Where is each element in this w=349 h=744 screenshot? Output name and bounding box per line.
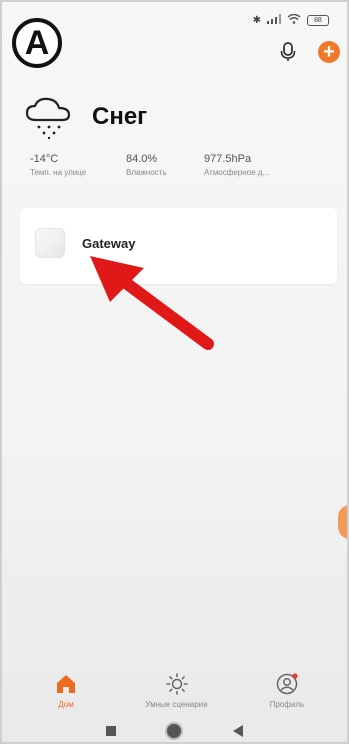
home-icon [57,675,75,693]
pressure-metric: 977.5hPa Атмосферное д... [204,153,269,177]
device-name: Gateway [82,236,136,251]
snow-cloud-icon [24,96,74,140]
add-device-button[interactable]: + [318,41,340,63]
nav-item-scenarios[interactable]: Умные сценарии [137,666,217,714]
nav-item-label: Профиль [269,700,305,709]
device-card-gateway[interactable]: Gateway [20,208,337,284]
microphone-icon[interactable] [279,42,297,62]
pressure-label: Атмосферное д... [204,168,270,177]
weather-title: Снег [92,103,148,130]
nav-item-profile[interactable]: Профиль [247,666,327,714]
back-triangle-icon[interactable] [233,725,244,737]
humidity-value: 84.0% [126,153,158,165]
nav-item-label: Дом [58,700,74,709]
annotation-badge: A [12,18,62,68]
nav-item-home[interactable]: Дом [26,666,106,714]
gateway-device-icon [35,228,65,258]
temperature-value: -14°C [30,153,59,165]
home-circle-icon[interactable] [167,724,182,738]
bottom-nav: Дом Умные сценарии Профиль [0,666,349,714]
weather-metrics: -14°C Темп. на улице 84.0% Влажность 977… [30,153,293,177]
humidity-metric: 84.0% Влажность [126,153,180,177]
temperature-label: Темп. на улице [30,168,87,177]
recents-square-icon[interactable] [105,726,116,736]
sun-icon [165,673,188,695]
pressure-value: 977.5hPa [204,153,252,165]
system-nav-bar [0,718,349,744]
signal-icon [267,14,281,27]
humidity-label: Влажность [126,168,167,177]
status-bar: ✱ 88 [252,13,329,27]
floating-side-tab[interactable] [338,505,349,539]
temperature-metric: -14°C Темп. на улице [30,153,102,177]
battery-icon: 88 [307,15,329,26]
bluetooth-icon: ✱ [252,15,261,26]
nav-item-label: Умные сценарии [145,700,208,709]
wifi-icon [287,13,301,27]
profile-icon [276,673,298,695]
